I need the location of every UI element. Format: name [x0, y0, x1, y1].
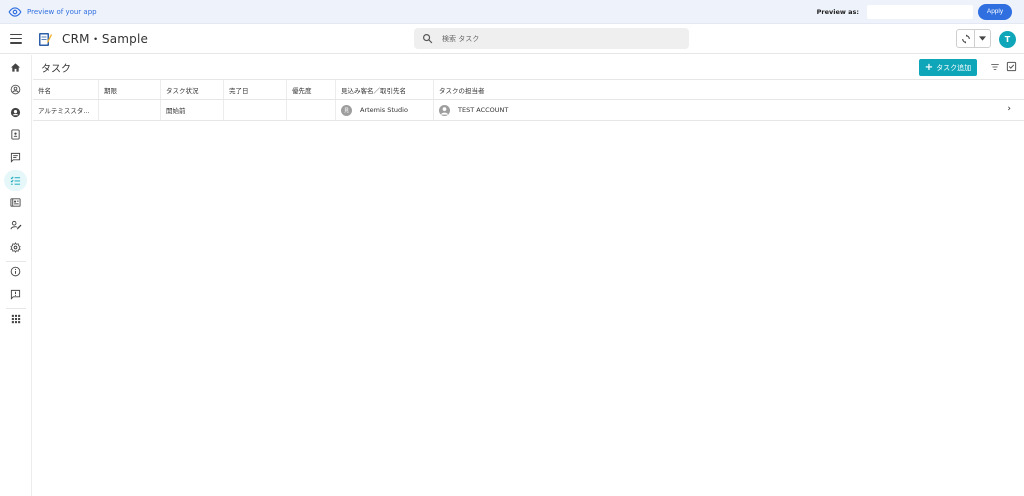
sync-icon — [961, 33, 970, 44]
chat-icon — [10, 152, 21, 163]
task-table: 件名 期限 タスク状況 完了日 優先度 見込み客名／取引先名 タスクの担当者 ア… — [33, 80, 1024, 121]
app-title: CRM・Sample — [62, 32, 149, 46]
sync-button[interactable] — [957, 30, 975, 47]
sidebar-item-user-edit[interactable] — [4, 215, 27, 236]
sidebar-item-info[interactable] — [4, 261, 27, 282]
cell-due — [99, 100, 161, 120]
menu-icon[interactable] — [10, 33, 22, 44]
sync-button-group — [956, 29, 991, 48]
column-header[interactable]: タスク状況 — [161, 80, 224, 99]
add-task-button[interactable]: + タスク追加 — [919, 59, 977, 76]
info-icon — [10, 266, 21, 277]
cell-owner: TEST ACCOUNT — [434, 100, 1024, 120]
cell-priority — [287, 100, 336, 120]
home-icon — [10, 63, 21, 72]
owner-name: TEST ACCOUNT — [458, 106, 509, 114]
page-header: タスク + タスク追加 — [33, 55, 1024, 80]
account-circle-icon — [10, 84, 21, 95]
sidebar-item-apps[interactable] — [4, 308, 27, 329]
person-edit-icon — [10, 220, 21, 230]
person-icon — [10, 107, 21, 118]
cell-completed — [224, 100, 287, 120]
contact-card-icon — [11, 129, 20, 140]
cell-account: 見 Artemis Studio — [336, 100, 434, 120]
search-input[interactable]: 検索 タスク — [442, 34, 479, 44]
column-header[interactable]: 優先度 — [287, 80, 336, 99]
account-name: Artemis Studio — [360, 106, 408, 114]
preview-label-group: Preview of your app — [8, 5, 97, 19]
account-avatar: 見 — [341, 104, 352, 116]
table-row[interactable]: アルテミススタ... 開始前 見 Artemis Studio TEST ACC… — [33, 100, 1024, 121]
app-logo-icon — [39, 32, 52, 46]
page-title: タスク — [41, 63, 71, 75]
sync-dropdown-button[interactable] — [975, 30, 990, 47]
preview-as-group: Preview as: Apply — [816, 3, 1012, 20]
apps-grid-icon — [11, 314, 20, 323]
sidebar-item-contacts[interactable] — [4, 124, 27, 145]
sidebar-item-settings[interactable] — [4, 237, 27, 258]
sidebar-item-person[interactable] — [4, 102, 27, 123]
preview-as-input[interactable] — [867, 4, 973, 19]
settings-icon — [10, 242, 21, 253]
sidebar-item-home[interactable] — [4, 57, 27, 78]
sidebar-item-feedback[interactable] — [4, 284, 27, 305]
owner-avatar-icon — [439, 104, 450, 116]
column-header[interactable]: 件名 — [33, 80, 99, 99]
table-header: 件名 期限 タスク状況 完了日 優先度 見込み客名／取引先名 タスクの担当者 — [33, 80, 1024, 100]
column-header[interactable]: タスクの担当者 — [434, 80, 1024, 99]
cell-status: 開始前 — [161, 100, 224, 120]
task-list-icon — [10, 176, 21, 185]
sidebar-item-messages[interactable] — [4, 147, 27, 168]
sidebar-item-account[interactable] — [4, 79, 27, 100]
preview-bar: Preview of your app Preview as: Apply — [0, 0, 1024, 24]
sidebar — [0, 55, 32, 496]
cell-subject: アルテミススタ... — [33, 100, 99, 120]
preview-as-label: Preview as: — [816, 7, 859, 16]
eye-icon — [8, 6, 22, 17]
sidebar-item-tasks[interactable] — [4, 170, 27, 191]
search-box[interactable]: 検索 タスク — [414, 28, 689, 49]
add-task-label: タスク追加 — [936, 63, 972, 72]
sidebar-item-news[interactable] — [4, 192, 27, 213]
filter-icon[interactable] — [990, 62, 1000, 72]
newspaper-icon — [10, 198, 21, 207]
column-header[interactable]: 期限 — [99, 80, 161, 99]
preview-label: Preview of your app — [27, 7, 97, 16]
column-header[interactable]: 完了日 — [224, 80, 287, 99]
plus-icon: + — [924, 62, 934, 73]
user-avatar[interactable]: T — [999, 31, 1016, 48]
caret-down-icon — [979, 36, 986, 41]
select-checkbox-icon[interactable] — [1006, 61, 1017, 72]
column-header[interactable]: 見込み客名／取引先名 — [336, 80, 434, 99]
app-header: CRM・Sample 検索 タスク T — [0, 24, 1024, 54]
chevron-right-icon[interactable]: › — [1007, 104, 1011, 114]
feedback-icon — [10, 289, 21, 300]
apply-button[interactable]: Apply — [978, 3, 1012, 20]
search-icon — [423, 34, 433, 44]
